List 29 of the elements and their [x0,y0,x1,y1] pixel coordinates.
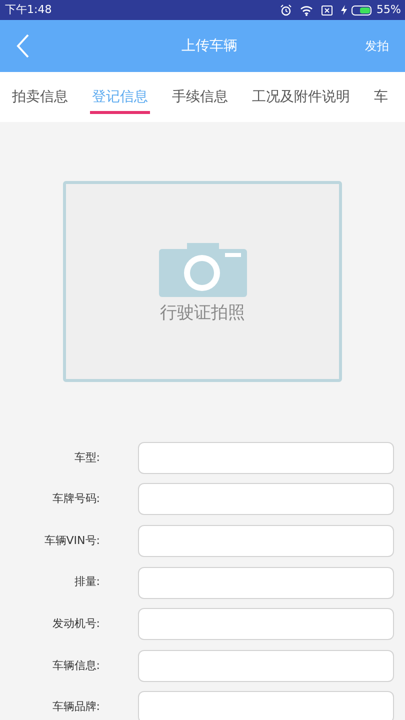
battery-icon [350,4,373,16]
tab[interactable]: 车 [362,72,400,122]
field-label: 车辆VIN号: [43,532,101,549]
input-field[interactable] [138,483,394,516]
photo-label: 行驶证拍照 [160,302,245,325]
back-icon [16,33,30,59]
tab[interactable]: 手续信息 [160,72,240,122]
battery-percent: 55% [376,2,401,18]
sim-icon [320,4,333,16]
input-field[interactable] [138,566,394,599]
page-title: 上传车辆 [182,36,238,56]
field-label: 车型: [73,450,101,466]
input-field[interactable] [138,608,394,640]
field-label: 车牌号码: [51,491,101,508]
field-label: 车辆信息: [51,658,101,674]
input-field[interactable] [138,650,394,682]
tab[interactable]: 拍卖信息 [0,72,80,122]
alarm-icon [280,4,292,16]
field-label: 发动机号: [51,616,101,632]
input-field[interactable] [138,524,394,557]
input-field[interactable] [138,691,394,720]
tab[interactable]: 工况及附件说明 [240,72,362,122]
field-label: 排量: [73,574,101,590]
status-time: 下午1:48 [5,2,52,18]
input-field[interactable] [138,442,394,474]
field-label: 车辆品牌: [51,699,101,716]
wifi-icon [300,4,313,16]
back-button[interactable] [16,33,30,59]
charging-icon [340,5,347,15]
